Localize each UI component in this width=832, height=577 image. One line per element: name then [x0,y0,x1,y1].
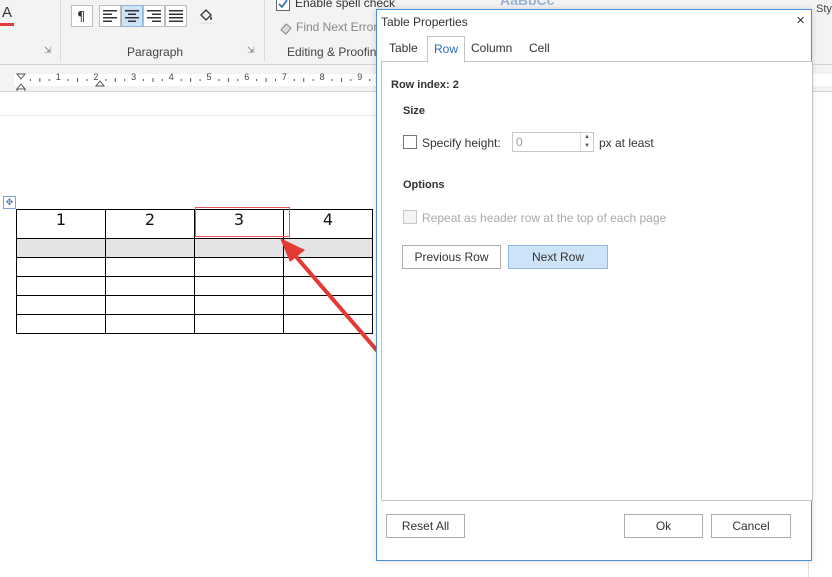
table-cell[interactable] [283,295,373,315]
eraser-icon [280,23,292,35]
table-cell[interactable] [105,314,195,334]
table-row[interactable] [16,257,373,277]
ruler-number: 4 [168,72,174,82]
align-right-button[interactable] [143,5,165,27]
selected-table-row[interactable] [16,238,373,258]
table-cell[interactable] [16,238,106,258]
stepper-down-icon[interactable]: ▼ [581,142,593,151]
styles-preview[interactable]: AaBbCc [500,0,554,8]
table-cell[interactable] [105,257,195,277]
align-center-button[interactable] [121,5,143,27]
table-cell[interactable] [105,295,195,315]
row-index-label: Row index: 2 [391,79,459,91]
font-color-button[interactable]: A [2,4,12,21]
table-cell[interactable] [283,276,373,296]
pilcrow-icon: ¶ [77,10,85,23]
first-indent-marker-icon[interactable] [15,73,27,80]
ruler-number: 1 [55,72,61,82]
ruler-number: 3 [131,72,137,82]
height-input[interactable] [513,133,579,151]
cancel-button[interactable]: Cancel [711,514,791,538]
tab-column[interactable]: Column [465,36,518,61]
table-cell[interactable] [283,238,373,258]
table-cell[interactable] [194,295,284,315]
align-left-icon [103,10,117,22]
table-cell[interactable] [105,238,195,258]
tab-row[interactable]: Row [427,36,466,63]
tab-table[interactable]: Table [383,36,424,61]
next-row-button[interactable]: Next Row [508,245,608,269]
shading-button[interactable] [195,5,217,27]
paint-bucket-icon [199,9,213,24]
repeat-header-label: Repeat as header row at the top of each … [422,211,667,225]
find-next-error-button[interactable]: Find Next Error [279,20,377,35]
find-next-error-label: Find Next Error [296,20,378,34]
ruler-number: 8 [319,72,325,82]
table-cell[interactable] [16,257,106,277]
table-cell[interactable] [194,314,284,334]
align-center-icon [125,10,139,22]
table-cell[interactable]: 4 [283,209,373,239]
table-row[interactable] [16,314,373,334]
dialog-title: Table Properties [381,15,468,29]
font-color-bar [0,23,14,26]
page-top-line [0,115,380,116]
size-heading: Size [403,105,426,117]
ok-button[interactable]: Ok [624,514,703,538]
justify-icon [169,10,183,22]
ribbon-separator [60,0,61,62]
left-indent-marker-icon[interactable] [16,88,26,91]
table-cell[interactable]: 1 [16,209,106,239]
tab-cell[interactable]: Cell [523,36,556,61]
ruler-number: 7 [281,72,287,82]
table-move-handle-icon[interactable]: ✥ [3,196,16,209]
px-at-least-label: px at least [599,136,654,150]
ruler-number: 9 [357,72,363,82]
checkmark-icon [278,0,288,9]
table-row[interactable] [16,295,373,315]
font-dialog-launcher-icon[interactable]: ⇲ [44,46,52,55]
spell-check-checkbox[interactable] [276,0,290,11]
show-formatting-marks-button[interactable]: ¶ [71,5,93,27]
table-cell[interactable] [283,314,373,334]
table-properties-dialog[interactable]: Table Properties × Table Row Column Cell… [376,9,813,561]
table-cell[interactable] [283,257,373,277]
table-cell[interactable] [16,314,106,334]
align-right-icon [147,10,161,22]
table-cell[interactable] [194,238,284,258]
table-cell[interactable] [194,276,284,296]
height-stepper[interactable]: ▲ ▼ [512,132,594,152]
ruler-number: 5 [206,72,212,82]
specify-height-checkbox[interactable] [403,135,417,149]
close-icon[interactable]: × [796,12,805,29]
ruler-number: 6 [244,72,250,82]
editing-group-label: Editing & Proofing [287,45,384,59]
reset-all-button[interactable]: Reset All [386,514,465,538]
table-cell[interactable] [16,276,106,296]
repeat-header-checkbox[interactable] [403,210,417,224]
align-left-button[interactable] [99,5,121,27]
highlighted-cell-annotation [195,207,290,237]
options-heading: Options [403,179,445,191]
paragraph-group-label: Paragraph [127,45,184,59]
justify-button[interactable] [165,5,187,27]
styles-label: Sty [816,3,832,15]
table-row[interactable] [16,276,373,296]
specify-height-label: Specify height: [422,136,501,150]
hanging-indent-marker-icon[interactable] [15,83,27,90]
table-cell[interactable] [194,257,284,277]
table-cell[interactable] [16,295,106,315]
table-cell[interactable] [105,276,195,296]
height-stepper-buttons[interactable]: ▲ ▼ [580,133,593,151]
table-cell[interactable]: 2 [105,209,195,239]
previous-row-button[interactable]: Previous Row [402,245,501,269]
row-tab-panel: Row index: 2 Size Specify height: ▲ ▼ px… [381,61,813,501]
ruler-number: 2 [93,72,99,82]
paragraph-dialog-launcher-icon[interactable]: ⇲ [247,46,255,55]
svg-text:¶: ¶ [77,10,85,23]
ribbon-separator [264,0,265,62]
stepper-up-icon[interactable]: ▲ [581,133,593,142]
